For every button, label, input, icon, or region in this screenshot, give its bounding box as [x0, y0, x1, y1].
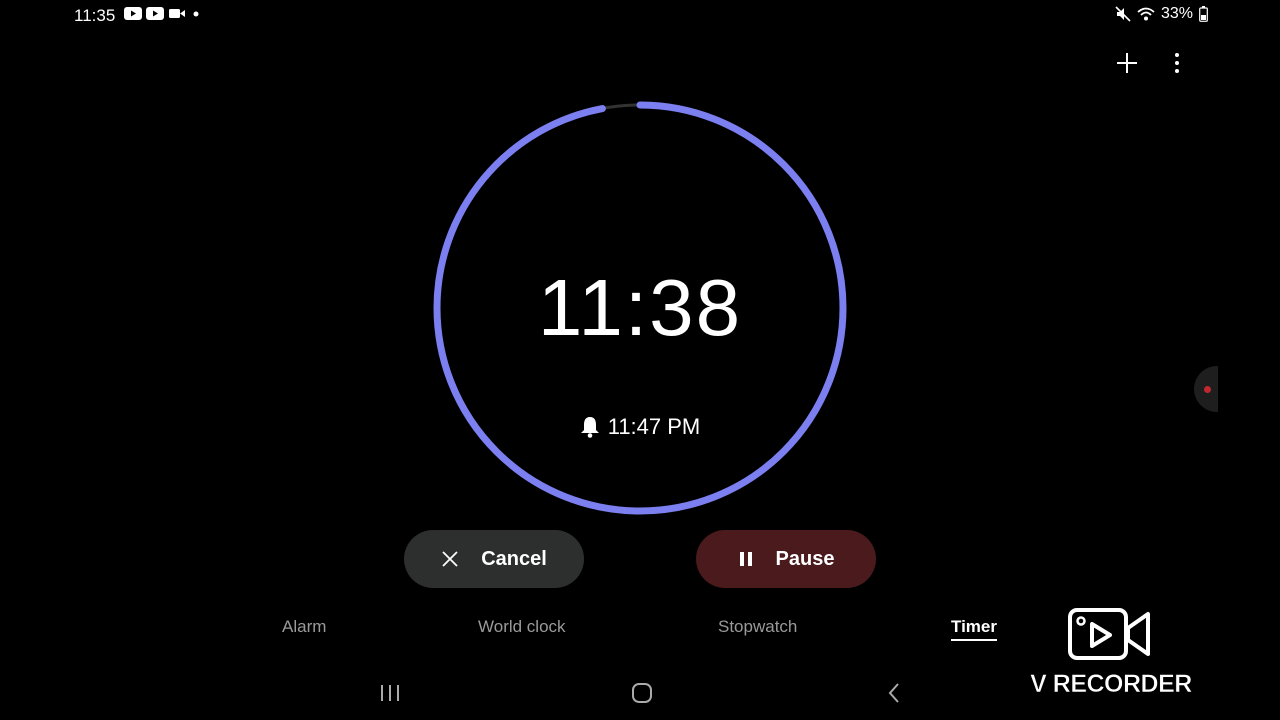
tab-stopwatch[interactable]: Stopwatch: [718, 617, 797, 637]
cancel-label: Cancel: [481, 547, 547, 570]
recents-button[interactable]: [375, 678, 405, 708]
wifi-icon: [1137, 7, 1155, 21]
dot-icon: [193, 11, 199, 17]
more-options-button[interactable]: [1162, 48, 1192, 78]
more-icon: [1175, 53, 1179, 73]
pause-button[interactable]: Pause: [696, 530, 876, 588]
add-timer-button[interactable]: [1112, 48, 1142, 78]
watermark-text: V RECORDER: [1030, 670, 1193, 699]
cancel-button[interactable]: Cancel: [404, 530, 584, 588]
top-actions: [1112, 48, 1192, 78]
timer-end-time: 11:47 PM: [0, 414, 1280, 440]
back-icon: [888, 683, 899, 703]
pause-label: Pause: [775, 547, 835, 570]
pause-icon: [739, 552, 752, 566]
recents-icon: [381, 685, 399, 701]
timer-remaining: 11:38: [537, 263, 743, 352]
notification-icons: [124, 7, 202, 20]
video-icon: [169, 9, 185, 18]
status-bar: 11:35 33%: [0, 0, 1280, 30]
home-icon: [632, 683, 652, 703]
end-time-label: 11:47 PM: [607, 414, 701, 439]
tab-alarm[interactable]: Alarm: [282, 617, 326, 637]
v-recorder-watermark: V RECORDER: [1026, 606, 1196, 702]
edge-panel-handle[interactable]: [1194, 366, 1218, 412]
youtube-icon: [124, 7, 142, 20]
back-button[interactable]: [879, 678, 909, 708]
youtube-icon: [146, 7, 164, 20]
record-indicator-icon: [1204, 386, 1211, 393]
bell-icon: [580, 417, 599, 438]
tab-world-clock[interactable]: World clock: [478, 617, 566, 637]
system-icons: 33%: [1115, 5, 1208, 23]
home-button[interactable]: [627, 678, 657, 708]
tab-timer[interactable]: Timer: [951, 617, 997, 641]
battery-icon: [1199, 6, 1208, 22]
mute-icon: [1115, 6, 1131, 22]
status-time: 11:35: [74, 6, 116, 25]
battery-percent: 33%: [1160, 5, 1193, 22]
video-recorder-logo-icon: [1068, 608, 1150, 660]
plus-icon: [1117, 53, 1137, 73]
close-icon: [442, 551, 458, 567]
